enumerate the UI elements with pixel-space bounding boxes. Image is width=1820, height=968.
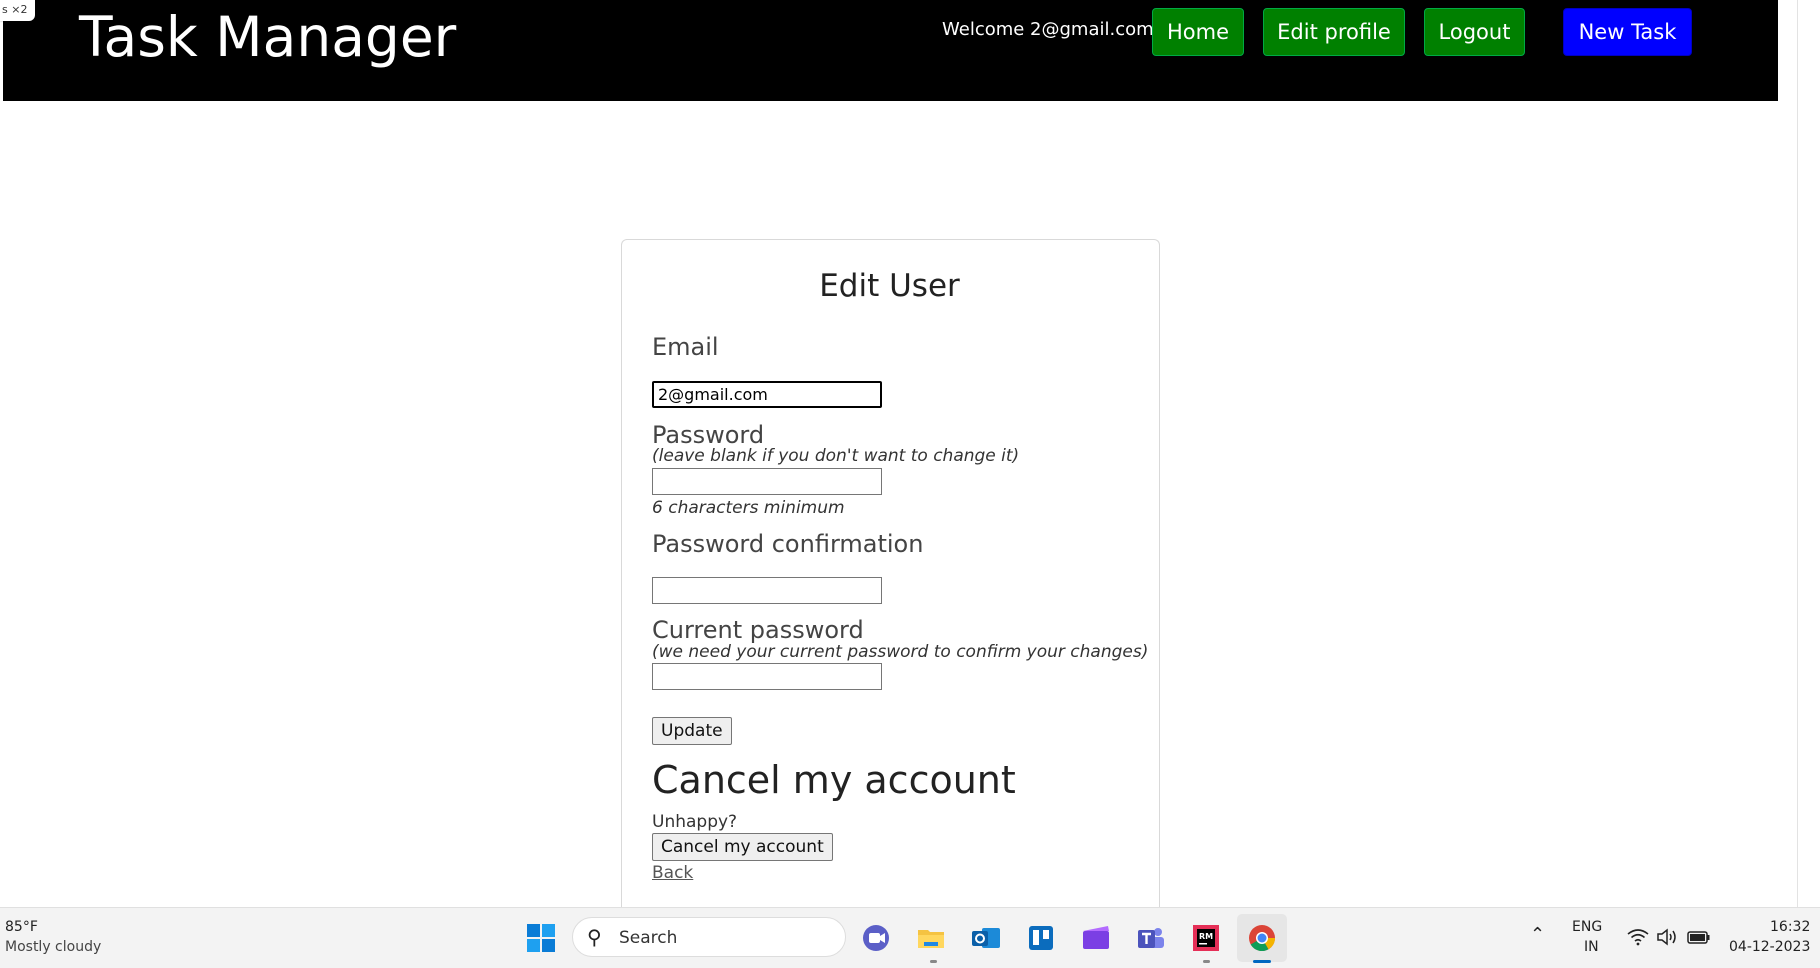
- clock-date[interactable]: 04-12-2023: [1729, 939, 1810, 955]
- cancel-account-button[interactable]: Cancel my account: [652, 833, 833, 861]
- back-link[interactable]: Back: [652, 863, 693, 883]
- start-icon[interactable]: [525, 922, 557, 954]
- password-confirmation-label: Password confirmation: [652, 530, 924, 558]
- chrome-icon[interactable]: [1246, 922, 1278, 954]
- search-placeholder: Search: [619, 928, 678, 948]
- password-confirmation-field[interactable]: [652, 577, 882, 604]
- logout-button[interactable]: Logout: [1424, 8, 1525, 56]
- new-task-button[interactable]: New Task: [1563, 8, 1692, 56]
- search-icon: ⚲: [587, 925, 602, 949]
- clock-time[interactable]: 16:32: [1770, 919, 1810, 935]
- form-title: Edit User: [819, 268, 960, 304]
- rubymine-running-indicator: [1203, 960, 1210, 963]
- password-label: Password: [652, 421, 765, 449]
- welcome-text: Welcome 2@gmail.com: [942, 19, 1154, 40]
- email-label: Email: [652, 333, 719, 361]
- outlook-icon[interactable]: [970, 922, 1002, 954]
- devtools-badge: s ×2: [0, 0, 36, 21]
- explorer-running-indicator: [930, 960, 937, 963]
- taskbar-search[interactable]: ⚲ Search: [572, 917, 846, 957]
- password-field[interactable]: [652, 468, 882, 495]
- svg-text:RM: RM: [1199, 932, 1213, 941]
- language-bottom[interactable]: IN: [1584, 939, 1599, 955]
- home-button[interactable]: Home: [1152, 8, 1244, 56]
- battery-icon[interactable]: [1687, 929, 1711, 945]
- trello-icon[interactable]: [1025, 922, 1057, 954]
- volume-icon[interactable]: [1656, 928, 1678, 946]
- navbar: Task Manager Welcome 2@gmail.com Home Ed…: [3, 0, 1778, 101]
- rubymine-icon[interactable]: RM: [1190, 922, 1222, 954]
- weather-temperature[interactable]: 85°F: [5, 919, 38, 935]
- teams-icon[interactable]: [1135, 922, 1167, 954]
- unhappy-text: Unhappy?: [652, 812, 738, 832]
- page-scrollbar[interactable]: [1797, 0, 1798, 907]
- current-password-field[interactable]: [652, 663, 882, 690]
- password-min-hint: 6 characters minimum: [652, 498, 845, 518]
- wifi-icon[interactable]: [1627, 928, 1649, 946]
- brand-title[interactable]: Task Manager: [79, 5, 456, 69]
- language-top[interactable]: ENG: [1572, 919, 1602, 935]
- edit-profile-button[interactable]: Edit profile: [1263, 8, 1405, 56]
- weather-description[interactable]: Mostly cloudy: [5, 939, 101, 955]
- cancel-account-heading: Cancel my account: [652, 758, 1016, 802]
- taskbar: 85°F Mostly cloudy ⚲ Search RM ⌃ ENG IN: [0, 907, 1820, 968]
- password-hint: (leave blank if you don't want to change…: [652, 446, 1020, 466]
- current-password-hint: (we need your current password to confir…: [652, 642, 1149, 662]
- current-password-label: Current password: [652, 616, 864, 644]
- update-button[interactable]: Update: [652, 717, 732, 745]
- chrome-active-indicator: [1253, 960, 1271, 963]
- chevron-up-icon[interactable]: ⌃: [1530, 924, 1545, 945]
- clipchamp-icon[interactable]: [1080, 922, 1112, 954]
- email-field[interactable]: [652, 381, 882, 408]
- meet-icon[interactable]: [860, 922, 892, 954]
- file-explorer-icon[interactable]: [915, 922, 947, 954]
